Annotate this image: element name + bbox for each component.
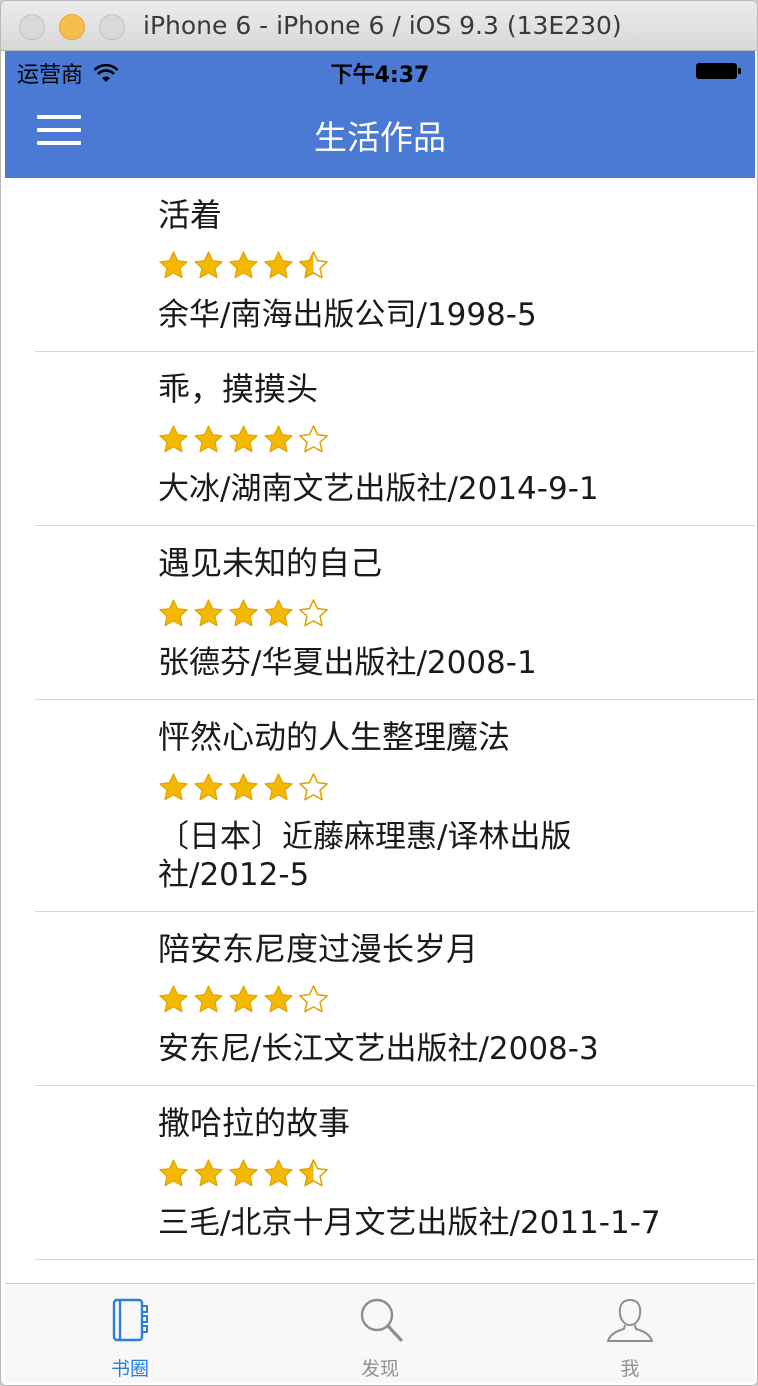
tab-magnifier[interactable]: 发现 — [255, 1284, 505, 1383]
star-filled-icon — [194, 984, 223, 1012]
star-filled-icon — [264, 772, 293, 800]
star-half-icon — [299, 250, 328, 278]
star-empty-icon — [299, 772, 328, 800]
book-meta: 大冰/湖南文艺出版社/2014-9-1 — [158, 471, 599, 507]
star-filled-icon — [194, 424, 223, 452]
page-title: 生活作品 — [314, 118, 446, 157]
star-filled-icon — [229, 1158, 258, 1186]
tab-label: 我 — [620, 1358, 640, 1380]
person-icon — [607, 1298, 653, 1342]
star-filled-icon — [159, 598, 188, 626]
star-filled-icon — [159, 424, 188, 452]
tab-bar: 书圈 发现 我 — [5, 1283, 755, 1383]
star-filled-icon — [229, 424, 258, 452]
window-titlebar: iPhone 6 - iPhone 6 / iOS 9.3 (13E230) — [1, 1, 757, 51]
book-title: 撒哈拉的故事 — [158, 1104, 351, 1142]
book-title: 乖，摸摸头 — [158, 370, 319, 408]
book-meta: 安东尼/长江文艺出版社/2008-3 — [158, 1031, 599, 1067]
tab-person[interactable]: 我 — [505, 1284, 755, 1383]
minimize-window-button[interactable] — [59, 14, 85, 40]
star-half-icon — [299, 1158, 328, 1186]
star-filled-icon — [229, 250, 258, 278]
book-list[interactable]: 活着 余华/南海出版公司/1998-5 乖，摸摸头 大冰/湖南文艺出版社/2014-… — [5, 178, 755, 1260]
book-rating — [158, 770, 755, 804]
star-filled-icon — [194, 250, 223, 278]
star-empty-icon — [299, 984, 328, 1012]
window-title: iPhone 6 - iPhone 6 / iOS 9.3 (13E230) — [143, 11, 622, 40]
book-title: 陪安东尼度过漫长岁月 — [158, 930, 479, 968]
simulator-window: iPhone 6 - iPhone 6 / iOS 9.3 (13E230) 运… — [0, 0, 758, 1386]
book-meta: 张德芬/华夏出版社/2008-1 — [158, 645, 537, 681]
close-window-button[interactable] — [19, 14, 45, 40]
star-filled-icon — [264, 250, 293, 278]
star-filled-icon — [264, 1158, 293, 1186]
star-filled-icon — [159, 1158, 188, 1186]
tab-book[interactable]: 书圈 — [5, 1284, 255, 1383]
star-filled-icon — [159, 984, 188, 1012]
zoom-window-button[interactable] — [99, 14, 125, 40]
book-rating — [158, 248, 755, 282]
book-rating — [158, 1156, 755, 1190]
tab-label: 书圈 — [110, 1358, 149, 1380]
battery-icon — [696, 63, 741, 79]
book-rating — [158, 422, 755, 456]
status-bar: 运营商 下午4:37 — [5, 51, 755, 89]
book-title: 遇见未知的自己 — [158, 544, 383, 582]
star-filled-icon — [229, 772, 258, 800]
tab-label: 发现 — [360, 1358, 399, 1380]
star-filled-icon — [229, 984, 258, 1012]
status-time: 下午4:37 — [330, 63, 430, 88]
book-meta: 余华/南海出版公司/1998-5 — [158, 297, 537, 333]
book-title: 活着 — [158, 196, 223, 234]
star-empty-icon — [299, 598, 328, 626]
star-filled-icon — [264, 424, 293, 452]
book-rating — [158, 596, 755, 630]
star-empty-icon — [299, 424, 328, 452]
magnifier-icon — [360, 1298, 403, 1342]
phone-screen: 运营商 下午4:37 生活作品 活着 余华/南海出版公司/1998-5 乖，摸摸… — [5, 51, 755, 1383]
book-rating — [158, 982, 755, 1016]
book-list-item[interactable]: 怦然心动的人生整理魔法〔日本〕近藤麻理惠/译林出版社/2012-5 — [5, 700, 755, 912]
star-filled-icon — [159, 250, 188, 278]
book-list-item[interactable]: 撒哈拉的故事 三毛/北京十月文艺出版社/2011-1-7 — [5, 1086, 755, 1260]
navigation-bar: 运营商 下午4:37 生活作品 — [5, 51, 755, 178]
star-filled-icon — [229, 598, 258, 626]
star-filled-icon — [194, 772, 223, 800]
book-title: 怦然心动的人生整理魔法 — [158, 718, 511, 756]
book-list-item[interactable]: 陪安东尼度过漫长岁月安东尼/长江文艺出版社/2008-3 — [5, 912, 755, 1086]
star-filled-icon — [194, 1158, 223, 1186]
book-list-item[interactable]: 乖，摸摸头大冰/湖南文艺出版社/2014-9-1 — [5, 352, 755, 526]
star-filled-icon — [159, 772, 188, 800]
book-meta: 三毛/北京十月文艺出版社/2011-1-7 — [158, 1205, 661, 1241]
book-icon — [112, 1298, 148, 1342]
star-filled-icon — [194, 598, 223, 626]
star-filled-icon — [264, 598, 293, 626]
book-list-item[interactable]: 遇见未知的自己张德芬/华夏出版社/2008-1 — [5, 526, 755, 700]
star-filled-icon — [264, 984, 293, 1012]
book-list-item[interactable]: 活着 余华/南海出版公司/1998-5 — [5, 178, 755, 352]
book-meta: 〔日本〕近藤麻理惠/译林出版社/2012-5 — [158, 819, 572, 893]
